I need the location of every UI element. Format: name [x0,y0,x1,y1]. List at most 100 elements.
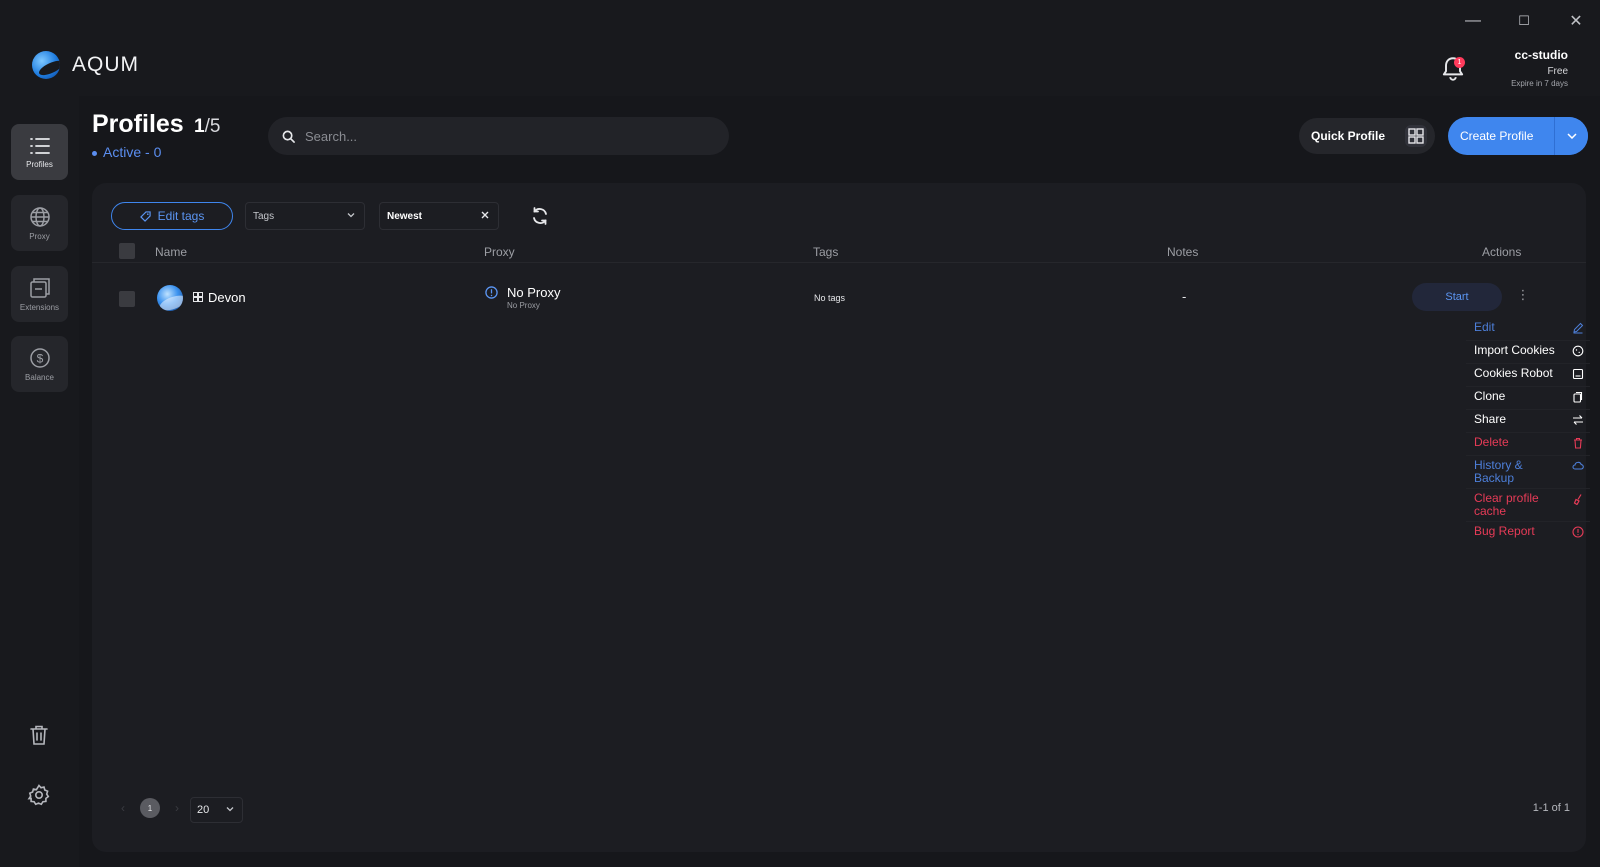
active-status-label: Active - 0 [103,144,162,160]
prev-page-icon[interactable]: ‹ [116,801,130,815]
pagination-range: 1-1 of 1 [1532,802,1570,814]
menu-item-label: Clone [1474,389,1506,403]
menu-item-history-backup[interactable]: History & Backup [1466,456,1590,489]
globe-icon [29,206,50,227]
notification-badge: 1 [1454,57,1465,68]
broom-icon [1573,494,1582,505]
pagination: ‹ 1 › [116,798,184,818]
menu-item-share[interactable]: Share [1466,410,1590,433]
menu-item-clear-cache[interactable]: Clear profile cache [1466,489,1590,522]
account-plan: Free [1547,66,1568,77]
menu-item-delete[interactable]: Delete [1466,433,1590,456]
select-all-checkbox[interactable] [119,243,135,259]
close-button[interactable]: ✕ [1561,10,1591,32]
profiles-panel: Edit tags Tags Newest Name Proxy Tags No… [92,183,1586,852]
sidebar-item-label: Profiles [26,159,53,169]
create-profile-label: Create Profile [1460,129,1534,143]
cloud-icon [1572,461,1584,470]
status-dot [92,150,97,156]
info-icon [485,286,498,299]
sort-select[interactable]: Newest [379,202,499,230]
menu-item-label: Cookies Robot [1474,366,1553,380]
chevron-down-icon [1566,133,1577,139]
quick-profile-button[interactable]: Quick Profile [1299,118,1435,154]
proxy-subtext: No Proxy [507,301,540,310]
alert-circle-icon [1572,526,1584,538]
edit-tags-label: Edit tags [157,209,205,223]
profile-count: 1/5 [194,116,220,138]
sidebar-item-extensions[interactable]: Extensions [11,266,68,322]
create-profile-button[interactable]: Create Profile [1448,117,1588,155]
page-number[interactable]: 1 [140,798,160,818]
sort-select-value: Newest [387,210,423,222]
actions-menu: Edit Import Cookies Cookies Robot Clone … [1466,318,1590,545]
tags-select-value: Tags [253,210,275,222]
tags-select[interactable]: Tags [245,202,365,230]
menu-item-label: Bug Report [1474,524,1535,538]
logo-icon [32,51,60,79]
cookie-icon [1572,345,1584,357]
row-checkbox[interactable] [119,291,135,307]
list-icon [29,137,50,154]
column-name: Name [155,245,188,259]
page-size-select[interactable]: 20 [190,797,243,823]
sidebar: Profiles Proxy Extensions $ Balance [0,96,79,867]
more-actions-icon[interactable]: ⋮ [1516,287,1530,303]
account-name: cc-studio [1514,48,1568,62]
app-logo: AQUM [32,51,139,79]
windows-grid-icon [1405,125,1427,147]
chevron-down-icon [347,213,355,218]
sidebar-item-label: Proxy [29,231,50,241]
table-header: Name Proxy Tags Notes Actions [92,239,1586,263]
clear-icon[interactable] [480,210,490,220]
table-row: Devon No Proxy No Proxy No tags - Start … [92,279,1586,319]
next-page-icon[interactable]: › [170,801,184,815]
dollar-icon: $ [29,347,50,368]
edit-tags-button[interactable]: Edit tags [111,202,233,230]
trash-icon [1574,437,1582,449]
column-actions: Actions [1482,245,1522,259]
refresh-icon[interactable] [530,206,550,226]
column-notes: Notes [1167,245,1199,259]
copy-icon [1573,391,1583,403]
notes-value: - [1182,289,1187,304]
app-name: AQUM [72,53,139,76]
menu-item-label: Clear profile cache [1474,491,1539,518]
menu-item-label: Import Cookies [1474,343,1555,357]
menu-item-import-cookies[interactable]: Import Cookies [1466,341,1590,364]
profile-count-total: /5 [204,116,221,137]
avatar [157,285,183,311]
sidebar-item-label: Extensions [19,302,60,312]
search-input[interactable] [305,128,705,144]
menu-item-label: Edit [1474,320,1495,334]
menu-item-cookies-robot[interactable]: Cookies Robot [1466,364,1590,387]
proxy-value: No Proxy [507,285,561,300]
sidebar-item-balance[interactable]: $ Balance [11,336,68,392]
active-status: Active - 0 [92,144,161,160]
extensions-icon [29,277,50,298]
minimize-button[interactable]: — [1458,10,1488,32]
tag-icon [139,210,151,222]
search-bar[interactable] [268,117,729,155]
menu-item-bug-report[interactable]: Bug Report [1466,522,1590,545]
menu-item-label: Share [1474,412,1507,426]
profile-name[interactable]: Devon [208,290,246,305]
gear-icon[interactable] [27,783,51,807]
account-expire: Expire in 7 days [1511,79,1568,88]
page-title: Profiles [92,110,184,138]
trash-icon[interactable] [27,723,51,747]
menu-item-edit[interactable]: Edit [1466,318,1590,341]
sidebar-item-proxy[interactable]: Proxy [11,195,68,251]
create-profile-dropdown[interactable] [1554,117,1588,155]
tags-value: No tags [814,293,846,303]
sidebar-item-profiles[interactable]: Profiles [11,124,68,180]
quick-profile-label: Quick Profile [1311,129,1386,143]
title-bar [0,0,1600,96]
column-tags: Tags [813,245,839,259]
chevron-down-icon [226,807,234,812]
page-size-value: 20 [197,804,210,816]
start-button[interactable]: Start [1412,283,1502,311]
account-info[interactable]: cc-studio Free Expire in 7 days [1511,48,1568,88]
menu-item-clone[interactable]: Clone [1466,387,1590,410]
maximize-button[interactable]: ☐ [1509,10,1539,32]
